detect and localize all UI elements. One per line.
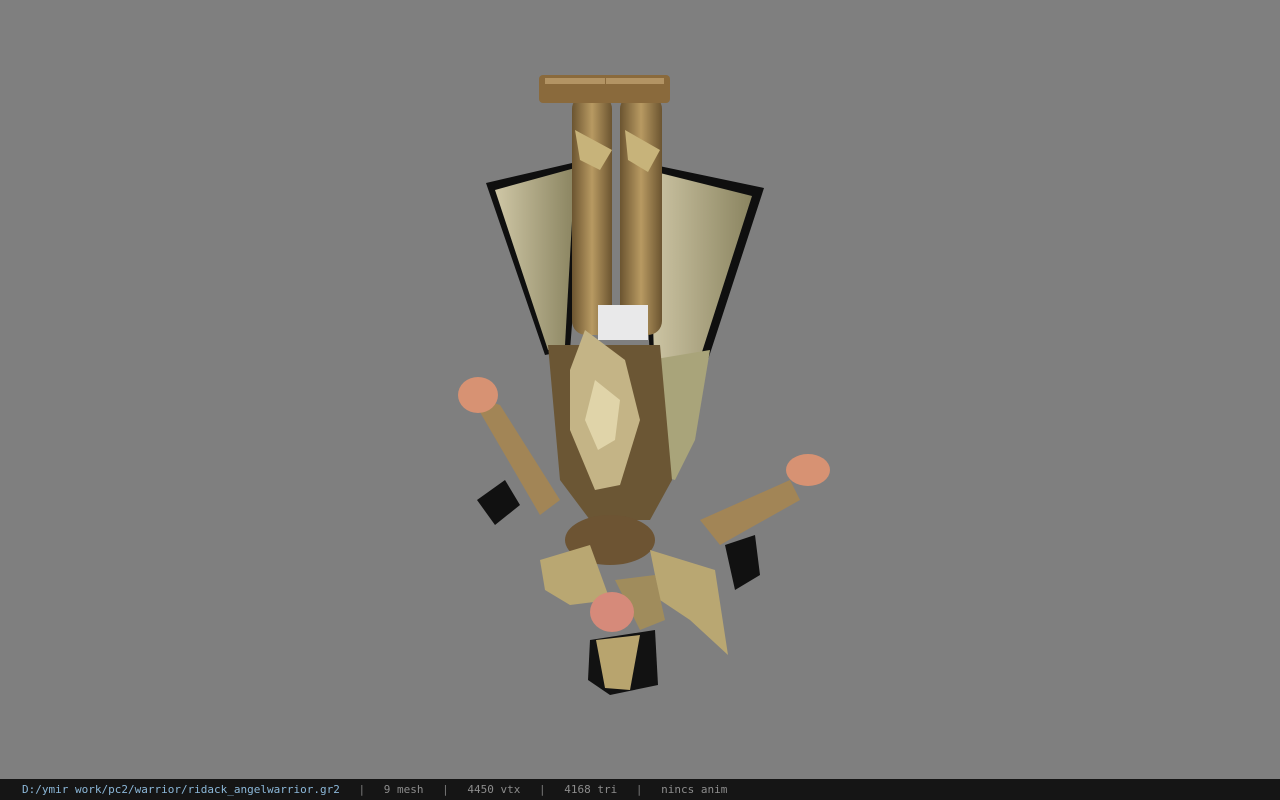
torso-armor	[548, 330, 672, 565]
vertex-count: 4450 vtx	[467, 783, 521, 796]
file-path: D:/ymir work/pc2/warrior/ridack_angelwar…	[22, 783, 340, 796]
status-bar: D:/ymir work/pc2/warrior/ridack_angelwar…	[0, 779, 1280, 800]
mesh-count: 9 mesh	[383, 783, 424, 796]
boots	[539, 75, 670, 103]
triangle-count: 4168 tri	[564, 783, 618, 796]
separator: |	[539, 783, 546, 796]
legs	[572, 95, 662, 340]
angel-warrior-model	[458, 75, 830, 695]
animation-status: nincs anim	[661, 783, 728, 796]
separator: |	[635, 783, 643, 796]
3d-viewport[interactable]	[0, 0, 1280, 779]
separator: |	[358, 783, 366, 796]
separator: |	[442, 783, 449, 796]
